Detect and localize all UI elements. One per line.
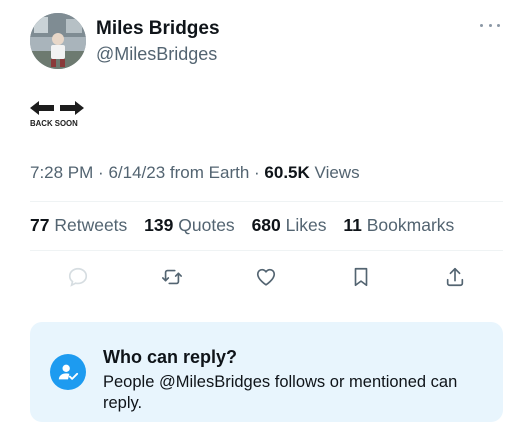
stat-count: 77: [30, 215, 50, 235]
stat-count: 680: [251, 215, 281, 235]
tweet-image[interactable]: BACK SOON: [30, 101, 94, 131]
divider: [30, 250, 503, 251]
who-can-reply-description: People @MilesBridges follows or mentione…: [103, 373, 458, 412]
tweet-detail: Miles Bridges @MilesBridges BACK SOON 7:…: [0, 0, 517, 426]
tweet-graphic-text: BACK SOON: [30, 118, 78, 128]
tweet-date[interactable]: 6/14/23: [108, 163, 165, 182]
stat-bookmarks[interactable]: 11 Bookmarks: [343, 215, 454, 235]
like-icon[interactable]: [254, 265, 278, 289]
avatar[interactable]: [30, 13, 86, 69]
stat-label: Retweets: [54, 215, 128, 235]
tweet-stats: 77 Retweets 139 Quotes 680 Likes 11 Book…: [30, 215, 466, 236]
tweet-source: from Earth: [169, 163, 250, 182]
stat-count: 139: [144, 215, 174, 235]
stat-label: Quotes: [178, 215, 235, 235]
who-can-reply-box: Who can reply? People @MilesBridges foll…: [30, 322, 503, 422]
reply-icon[interactable]: [66, 265, 90, 289]
mention-person-icon: [50, 354, 86, 390]
more-dot: [488, 23, 492, 27]
stat-label: Bookmarks: [366, 215, 455, 235]
who-can-reply-title: Who can reply?: [103, 347, 238, 367]
author-display-name[interactable]: Miles Bridges: [96, 18, 220, 40]
stat-label: Likes: [285, 215, 327, 235]
meta-separator: ·: [98, 163, 104, 182]
divider: [30, 201, 503, 202]
tweet-meta: 7:28 PM · 6/14/23 from Earth · 60.5K Vie…: [30, 163, 360, 183]
more-options-icon[interactable]: [480, 20, 500, 30]
author-handle[interactable]: @MilesBridges: [96, 44, 217, 65]
views-count: 60.5K: [264, 163, 310, 182]
views-label: Views: [314, 163, 360, 182]
more-dot: [480, 23, 483, 27]
retweet-icon[interactable]: [160, 265, 184, 289]
more-dot: [497, 23, 500, 27]
stat-count: 11: [343, 215, 362, 235]
meta-separator: ·: [254, 163, 260, 182]
back-forth-arrows-icon: [30, 101, 84, 115]
tweet-time[interactable]: 7:28 PM: [30, 163, 93, 182]
bookmark-icon[interactable]: [349, 265, 373, 289]
stat-likes[interactable]: 680 Likes: [252, 215, 327, 235]
stat-quotes[interactable]: 139 Quotes: [144, 215, 235, 235]
stat-retweets[interactable]: 77 Retweets: [30, 215, 127, 235]
share-icon[interactable]: [443, 265, 467, 289]
action-bar: [0, 265, 517, 289]
